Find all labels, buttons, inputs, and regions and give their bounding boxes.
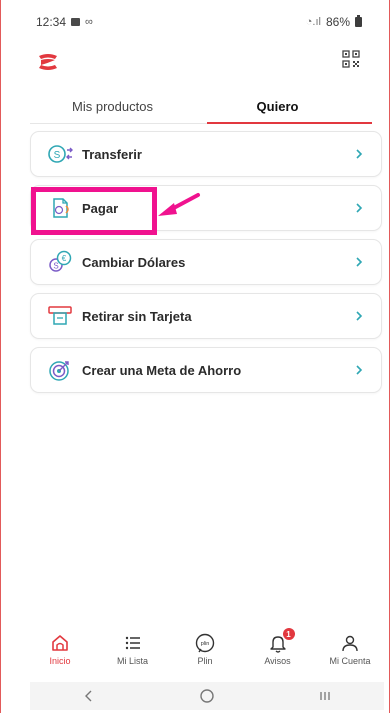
infinity-icon: ∞ <box>85 16 93 28</box>
system-navigation-bar <box>30 682 384 710</box>
nav-mi-lista[interactable]: Mi Lista <box>101 632 165 678</box>
option-cambiar-dolares[interactable]: S € Cambiar Dólares <box>30 239 382 285</box>
option-label: Crear una Meta de Ahorro <box>82 362 242 378</box>
home-icon <box>52 635 68 651</box>
chevron-right-icon <box>356 311 363 321</box>
nav-plin[interactable]: plin Plin <box>173 632 237 678</box>
nav-label: Avisos <box>264 656 291 666</box>
currency-exchange-icon: S € <box>47 249 73 275</box>
list-icon <box>125 636 140 650</box>
svg-text:plin: plin <box>201 641 210 647</box>
chevron-right-icon <box>356 257 363 267</box>
nav-avisos[interactable]: 1 Avisos <box>246 628 310 678</box>
notification-badge: 1 <box>282 628 295 640</box>
option-label: Retirar sin Tarjeta <box>82 308 192 324</box>
back-icon[interactable] <box>69 684 109 708</box>
nav-label: Mi Lista <box>116 656 148 666</box>
option-label: Transferir <box>82 146 142 162</box>
svg-text:S: S <box>53 262 58 271</box>
bank-logo[interactable] <box>36 52 60 72</box>
tab-quiero[interactable]: Quiero <box>195 88 360 124</box>
chevron-right-icon <box>356 365 363 375</box>
option-retirar-sin-tarjeta[interactable]: Retirar sin Tarjeta <box>30 293 382 339</box>
tab-bar: Mis productos Quiero <box>30 88 360 124</box>
option-meta-de-ahorro[interactable]: Crear una Meta de Ahorro <box>30 347 382 393</box>
active-tab-indicator <box>207 122 372 124</box>
qr-code-icon[interactable] <box>342 50 360 68</box>
svg-text:S: S <box>54 150 61 161</box>
chevron-right-icon <box>356 203 363 213</box>
user-icon <box>342 635 358 652</box>
chevron-right-icon <box>356 149 363 159</box>
transfer-icon: S <box>47 141 73 167</box>
home-button-icon[interactable] <box>187 684 227 708</box>
notification-icon <box>71 18 81 26</box>
option-transferir[interactable]: S Transferir <box>30 131 382 177</box>
nav-label: Mi Cuenta <box>329 656 371 666</box>
plin-icon: plin <box>195 633 215 653</box>
nav-label: Plin <box>197 656 213 666</box>
atm-withdraw-icon <box>47 303 73 329</box>
svg-text:€: € <box>62 254 67 263</box>
highlight-box <box>31 187 157 235</box>
annotation-arrow-icon <box>158 193 200 216</box>
nav-label: Inicio <box>49 656 71 666</box>
bottom-navigation: Inicio Mi Lista plin Plin 1 Avisos Mi Cu… <box>28 628 382 678</box>
battery-icon <box>355 15 362 27</box>
savings-target-icon <box>47 357 73 383</box>
action-list: S Transferir Pagar S € Cambiar Dólares R… <box>30 131 382 401</box>
nav-inicio[interactable]: Inicio <box>28 632 92 678</box>
tab-mis-productos[interactable]: Mis productos <box>30 88 195 124</box>
status-bar: 12:34 ∞ ◔.ıl 86% <box>36 14 362 30</box>
signal-icon: ◔.ıl <box>305 16 321 28</box>
status-time: 12:34 <box>36 15 67 29</box>
nav-mi-cuenta[interactable]: Mi Cuenta <box>318 632 382 678</box>
recent-apps-icon[interactable] <box>305 684 345 708</box>
option-label: Cambiar Dólares <box>82 254 186 270</box>
battery-level: 86% <box>325 15 350 29</box>
